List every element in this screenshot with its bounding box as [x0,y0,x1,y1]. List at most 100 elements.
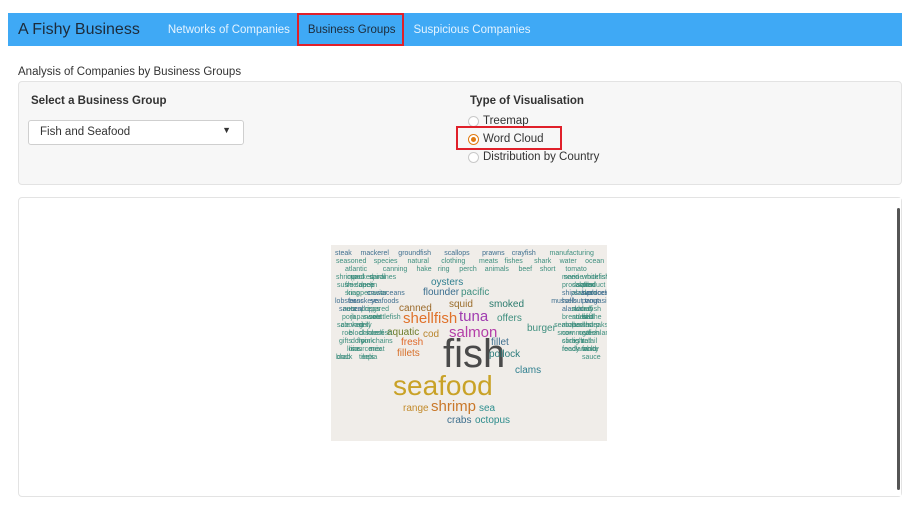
word-cloud-word: cuttlefish [373,314,401,321]
word-cloud-word: seabass [554,322,581,329]
visualisation-area: fish seafood salmon shellfish tuna shrimp squi… [18,197,902,497]
word-cloud-word: water [559,258,578,265]
word-cloud-word: source [351,346,372,353]
word-cloud-word: fresh [401,337,423,348]
word-cloud: fish seafood salmon shellfish tuna shrimp squi… [331,245,607,441]
nav-link-suspicious[interactable]: Suspicious Companies [413,24,530,36]
word-cloud-word: canned [399,303,432,314]
word-cloud-word: fishes [505,258,524,265]
word-cloud-word: manufacturing [550,250,594,257]
word-cloud-word: seasoned [336,258,366,265]
highlight-box-business-groups [297,13,404,46]
word-cloud-word: offers [497,313,522,324]
word-cloud-word: catfish [579,330,599,337]
word-cloud-word: pacific [461,287,489,298]
word-cloud-word: rings [365,306,381,313]
word-cloud-word: fillet [491,337,509,348]
word-cloud-word: cooked [341,322,364,329]
word-cloud-word: food [562,346,576,353]
word-cloud-word: tilapia [359,354,377,361]
chevron-down-icon: ▼ [222,125,231,135]
word-cloud-word: meats [479,258,499,265]
radio-label-distribution: Distribution by Country [483,151,600,163]
top-navbar: A Fishy Business Networks of Companies B… [8,13,902,46]
word-cloud-word: fillets [397,348,420,359]
word-cloud-word: cold [584,346,597,353]
word-cloud-word: squid [449,299,473,310]
word-cloud-word: clothing [441,258,465,265]
word-cloud-word: processed [587,290,607,297]
page-subtitle: Analysis of Companies by Business Groups [18,66,242,78]
word-cloud-word: blocks [349,330,369,337]
word-cloud-word: shrimp [431,398,476,415]
word-cloud-word: hake [417,266,432,273]
app-brand[interactable]: A Fishy Business [18,21,140,39]
radio-button-distribution[interactable] [468,151,479,163]
word-cloud-word: seafood [393,370,493,401]
radio-option-distribution[interactable]: Distribution by Country [468,151,599,163]
word-cloud-word: groundfish [398,250,431,257]
word-cloud-word: sea [479,403,496,414]
word-cloud-word: sockeye [353,298,379,305]
word-cloud-word: flounder [423,287,460,298]
word-cloud-word: beef [519,266,533,273]
word-cloud-word: crabs [447,415,471,426]
word-cloud-word: swordfish [571,306,601,313]
word-cloud-word: sushi [337,282,354,289]
word-cloud-word: sauce [582,354,601,361]
word-cloud-word: burger [527,323,557,334]
word-cloud-word: oysters [431,277,463,288]
word-cloud-word: natural [408,258,430,265]
vis-type-label: Type of Visualisation [470,95,584,107]
word-cloud-word: crustaceans [367,290,405,297]
word-cloud-word: mackerel [361,250,390,257]
word-cloud-word: steaks [588,322,607,329]
word-cloud-word: animals [485,266,510,273]
word-cloud-word: crab [337,354,351,361]
word-cloud-word: steak [335,250,352,257]
word-cloud-word: chains [372,338,393,345]
word-cloud-word: canning [383,266,408,273]
word-cloud-word: lobster [335,298,357,305]
word-cloud-word: clams [515,365,541,376]
word-cloud-word: pollock [489,349,521,360]
word-cloud-word: range [403,403,429,414]
word-cloud-word: perch [459,266,477,273]
word-cloud-word: rockfish [585,274,607,281]
word-cloud-word: crayfish [512,250,536,257]
word-cloud-word: mussels [551,298,577,305]
group-select-label: Select a Business Group [31,95,167,107]
word-cloud-word: cod [423,329,439,340]
radio-button-treemap[interactable] [468,115,479,127]
word-cloud-word: tuna [459,308,489,325]
word-cloud-word: saithe [583,314,602,321]
business-group-value: Fish and Seafood [40,126,131,138]
word-cloud-word: prawns [482,250,505,257]
word-cloud-word: trout [585,298,599,305]
word-cloud-word: ring [438,266,450,273]
word-cloud-word: deep [359,282,375,289]
nav-link-networks[interactable]: Networks of Companies [168,24,290,36]
word-cloud-word: atlantic [345,266,368,273]
word-cloud-word: tomato [565,266,587,273]
highlight-box-wordcloud [456,126,562,150]
scrollbar-thumb[interactable] [897,208,900,490]
word-cloud-word: snow [557,330,574,337]
word-cloud-word: octopus [475,415,510,426]
word-cloud-word: seed [564,274,579,281]
word-cloud-word: ball [581,338,592,345]
word-cloud-word: ocean [585,258,604,265]
vertical-scrollbar[interactable] [895,198,901,496]
word-cloud-word: scallops [444,250,470,257]
word-cloud-word: packed [351,274,374,281]
word-cloud-word: gifts [339,338,352,345]
word-cloud-word: slices [562,338,580,345]
word-cloud-word: smoked [489,299,524,310]
word-cloud-word: shark [534,258,552,265]
word-cloud-word: short [540,266,556,273]
word-cloud-word: salted [577,282,596,289]
word-cloud-word: nets [343,306,357,313]
word-cloud-word: species [374,258,398,265]
word-cloud-svg: fishseafoodsalmonshellfish tunashrimpsqui… [335,250,607,426]
business-group-select[interactable]: Fish and Seafood ▼ [28,120,244,145]
